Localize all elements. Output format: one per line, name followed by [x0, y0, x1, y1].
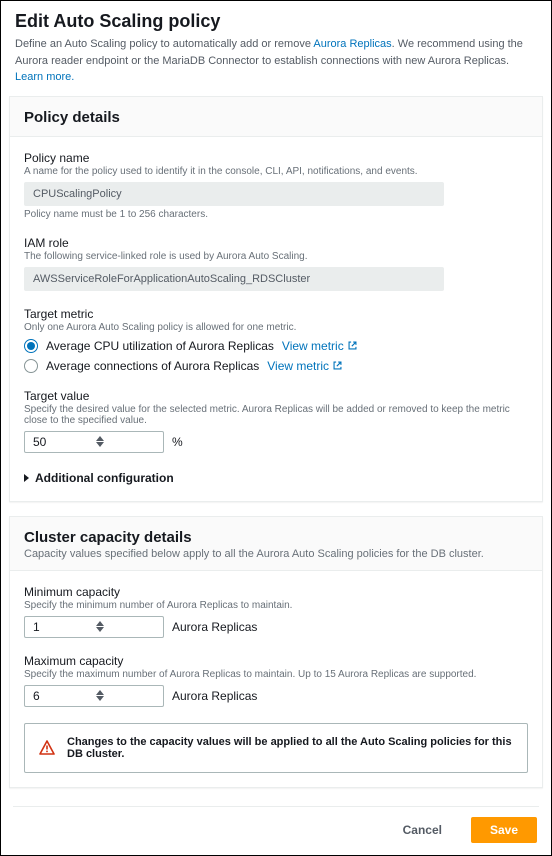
- learn-more-link[interactable]: Learn more.: [15, 71, 74, 83]
- target-value-input[interactable]: 50: [24, 431, 164, 453]
- policy-name-input[interactable]: CPUScalingPolicy: [24, 182, 444, 206]
- policy-details-heading: Policy details: [24, 109, 528, 126]
- target-value-unit: %: [172, 435, 183, 449]
- radio-cpu-label: Average CPU utilization of Aurora Replic…: [46, 339, 274, 353]
- external-link-icon: [332, 360, 343, 371]
- stepper-icon[interactable]: [96, 621, 159, 632]
- radio-cpu[interactable]: [24, 339, 38, 353]
- iam-role-input[interactable]: AWSServiceRoleForApplicationAutoScaling_…: [24, 267, 444, 291]
- intro-text: Define an Auto Scaling policy to automat…: [15, 36, 537, 86]
- stepper-icon[interactable]: [96, 690, 159, 701]
- capacity-warning: Changes to the capacity values will be a…: [24, 723, 528, 773]
- cluster-capacity-panel: Cluster capacity details Capacity values…: [9, 516, 543, 788]
- warning-text: Changes to the capacity values will be a…: [67, 736, 513, 760]
- view-metric-conn-link[interactable]: View metric: [267, 359, 343, 373]
- cluster-capacity-heading: Cluster capacity details: [24, 529, 528, 546]
- max-capacity-label: Maximum capacity: [24, 654, 528, 668]
- view-metric-cpu-link[interactable]: View metric: [282, 339, 358, 353]
- additional-config-toggle[interactable]: Additional configuration: [24, 469, 528, 487]
- radio-connections-label: Average connections of Aurora Replicas: [46, 359, 259, 373]
- page-title: Edit Auto Scaling policy: [15, 11, 537, 32]
- iam-role-label: IAM role: [24, 236, 528, 250]
- min-capacity-label: Minimum capacity: [24, 585, 528, 599]
- iam-role-hint: The following service-linked role is use…: [24, 251, 528, 262]
- policy-name-hint: A name for the policy used to identify i…: [24, 166, 528, 177]
- max-capacity-input[interactable]: 6: [24, 685, 164, 707]
- cancel-button[interactable]: Cancel: [384, 817, 461, 843]
- external-link-icon: [347, 340, 358, 351]
- max-capacity-hint: Specify the maximum number of Aurora Rep…: [24, 669, 528, 680]
- save-button[interactable]: Save: [471, 817, 537, 843]
- target-value-label: Target value: [24, 389, 528, 403]
- cluster-capacity-sub: Capacity values specified below apply to…: [24, 548, 528, 560]
- stepper-icon[interactable]: [96, 436, 159, 447]
- aurora-replicas-link[interactable]: Aurora Replicas: [313, 38, 391, 50]
- divider: [13, 806, 539, 807]
- caret-right-icon: [24, 474, 29, 482]
- policy-details-panel: Policy details Policy name A name for th…: [9, 96, 543, 502]
- target-value-hint: Specify the desired value for the select…: [24, 404, 528, 426]
- policy-name-label: Policy name: [24, 151, 528, 165]
- radio-connections[interactable]: [24, 359, 38, 373]
- target-metric-label: Target metric: [24, 307, 528, 321]
- policy-name-helper: Policy name must be 1 to 256 characters.: [24, 209, 528, 220]
- max-capacity-unit: Aurora Replicas: [172, 689, 257, 703]
- warning-icon: [39, 740, 55, 756]
- min-capacity-input[interactable]: 1: [24, 616, 164, 638]
- min-capacity-hint: Specify the minimum number of Aurora Rep…: [24, 600, 528, 611]
- target-metric-hint: Only one Aurora Auto Scaling policy is a…: [24, 322, 528, 333]
- min-capacity-unit: Aurora Replicas: [172, 620, 257, 634]
